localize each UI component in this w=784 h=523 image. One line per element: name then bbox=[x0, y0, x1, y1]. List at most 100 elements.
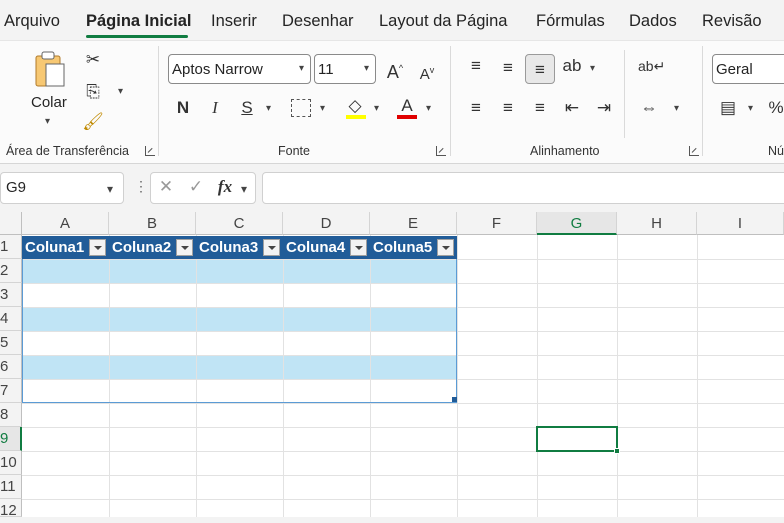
column-header-f[interactable]: F bbox=[457, 212, 537, 235]
column-header-e[interactable]: E bbox=[370, 212, 457, 235]
decrease-font-size-icon[interactable]: Av bbox=[416, 60, 438, 85]
column-header-i[interactable]: I bbox=[697, 212, 784, 235]
alignment-group-label: Alinhamento bbox=[530, 144, 600, 158]
cut-icon[interactable]: ✂ bbox=[82, 50, 104, 70]
row-header-4[interactable]: 4 bbox=[0, 307, 22, 331]
table-header-coluna5[interactable]: Coluna5 bbox=[370, 236, 457, 259]
percent-icon[interactable]: % bbox=[766, 98, 784, 118]
fill-handle[interactable] bbox=[614, 448, 620, 454]
font-name-select[interactable]: Aptos Narrow bbox=[168, 54, 311, 84]
tab-desenhar[interactable]: Desenhar bbox=[282, 12, 354, 31]
insert-function-icon[interactable]: fx bbox=[213, 177, 237, 197]
bold-button[interactable]: N bbox=[173, 98, 193, 118]
column-header-b[interactable]: B bbox=[109, 212, 196, 235]
clipboard-launcher-icon[interactable] bbox=[145, 146, 155, 156]
italic-button[interactable]: I bbox=[205, 98, 225, 118]
chevron-down-icon[interactable]: ▾ bbox=[241, 182, 247, 196]
accounting-format-icon[interactable]: ▤ bbox=[716, 98, 740, 118]
increase-font-size-icon[interactable]: A^ bbox=[384, 58, 406, 82]
table-border bbox=[22, 259, 457, 403]
orientation-icon[interactable]: ab bbox=[561, 56, 583, 76]
font-launcher-icon[interactable] bbox=[436, 146, 446, 156]
column-header-a[interactable]: A bbox=[22, 212, 109, 235]
wrap-text-icon[interactable]: ab↵ bbox=[638, 56, 665, 76]
alignment-launcher-icon[interactable] bbox=[689, 146, 699, 156]
font-color-chevron-icon[interactable]: ▾ bbox=[426, 103, 431, 114]
chevron-down-icon: ▾ bbox=[364, 63, 370, 74]
column-header-g[interactable]: G bbox=[537, 212, 617, 235]
table-resize-handle[interactable] bbox=[452, 397, 457, 402]
row-header-2[interactable]: 2 bbox=[0, 259, 22, 283]
decrease-indent-icon[interactable]: ⇤ bbox=[561, 98, 583, 118]
formula-input[interactable] bbox=[262, 172, 784, 204]
enter-icon[interactable]: ✓ bbox=[185, 177, 207, 197]
tab-revisao[interactable]: Revisão bbox=[702, 12, 762, 31]
formula-buttons: ✕ ✓ fx ▾ bbox=[150, 172, 256, 204]
row-header-7[interactable]: 7 bbox=[0, 379, 22, 403]
tab-pagina-inicial[interactable]: Página Inicial bbox=[86, 12, 191, 31]
copy-icon[interactable]: ⎘ bbox=[82, 82, 104, 102]
row-header-10[interactable]: 10 bbox=[0, 451, 22, 475]
separator bbox=[624, 50, 625, 138]
filter-dropdown-icon[interactable] bbox=[263, 239, 280, 256]
row-header-6[interactable]: 6 bbox=[0, 355, 22, 379]
row-header-11[interactable]: 11 bbox=[0, 475, 22, 499]
tab-dados[interactable]: Dados bbox=[629, 12, 677, 31]
table-header-coluna2[interactable]: Coluna2 bbox=[109, 236, 196, 259]
merge-center-icon[interactable]: ⇔ bbox=[638, 98, 660, 118]
align-top-icon[interactable]: ≡ bbox=[465, 56, 487, 76]
align-left-icon[interactable]: ≡ bbox=[465, 98, 487, 118]
filter-dropdown-icon[interactable] bbox=[437, 239, 454, 256]
filter-dropdown-icon[interactable] bbox=[350, 239, 367, 256]
row-header-3[interactable]: 3 bbox=[0, 283, 22, 307]
paste-label: Colar bbox=[31, 94, 67, 111]
column-header-c[interactable]: C bbox=[196, 212, 283, 235]
underline-button[interactable]: S bbox=[237, 98, 257, 118]
filter-dropdown-icon[interactable] bbox=[89, 239, 106, 256]
fill-chevron-icon[interactable]: ▾ bbox=[374, 103, 379, 114]
column-header-h[interactable]: H bbox=[617, 212, 697, 235]
filter-dropdown-icon[interactable] bbox=[176, 239, 193, 256]
paste-chevron-icon[interactable]: ▾ bbox=[45, 116, 50, 127]
row-header-1[interactable]: 1 bbox=[0, 235, 22, 259]
row-header-5[interactable]: 5 bbox=[0, 331, 22, 355]
align-right-icon[interactable]: ≡ bbox=[529, 98, 551, 118]
accounting-chevron-icon[interactable]: ▾ bbox=[748, 103, 753, 114]
paste-button[interactable] bbox=[30, 50, 70, 92]
row-header-9[interactable]: 9 bbox=[0, 427, 22, 451]
orientation-chevron-icon[interactable]: ▾ bbox=[590, 63, 595, 74]
tab-formulas[interactable]: Fórmulas bbox=[536, 12, 605, 31]
fill-color-icon[interactable]: ◇ bbox=[344, 96, 366, 116]
more-options-icon[interactable]: ⋮ bbox=[134, 178, 148, 195]
table-header-coluna4[interactable]: Coluna4 bbox=[283, 236, 370, 259]
underline-chevron-icon[interactable]: ▾ bbox=[266, 103, 271, 114]
select-all-corner[interactable] bbox=[0, 212, 22, 235]
tab-arquivo[interactable]: Arquivo bbox=[4, 12, 60, 31]
column-header-d[interactable]: D bbox=[283, 212, 370, 235]
format-painter-icon[interactable]: 🖌 bbox=[82, 112, 104, 132]
name-box-value: G9 bbox=[6, 179, 27, 196]
separator bbox=[450, 46, 451, 156]
selected-cell[interactable] bbox=[536, 426, 618, 452]
align-center-icon[interactable]: ≡ bbox=[497, 98, 519, 118]
cancel-icon[interactable]: ✕ bbox=[155, 177, 177, 197]
number-format-select[interactable]: Geral bbox=[712, 54, 784, 84]
copy-chevron-icon[interactable]: ▾ bbox=[118, 86, 123, 97]
gridline bbox=[22, 499, 784, 500]
increase-indent-icon[interactable]: ⇥ bbox=[593, 98, 615, 118]
tab-inserir[interactable]: Inserir bbox=[211, 12, 257, 31]
borders-chevron-icon[interactable]: ▾ bbox=[320, 103, 325, 114]
tab-layout-da-pagina[interactable]: Layout da Página bbox=[379, 12, 507, 31]
font-color-icon[interactable]: A bbox=[396, 96, 418, 116]
font-size-value: 11 bbox=[318, 61, 334, 78]
row-header-8[interactable]: 8 bbox=[0, 403, 22, 427]
align-middle-icon[interactable]: ≡ bbox=[497, 58, 519, 78]
merge-chevron-icon[interactable]: ▾ bbox=[674, 103, 679, 114]
table-header-coluna1[interactable]: Coluna1 bbox=[22, 236, 109, 259]
gridline bbox=[22, 403, 784, 404]
name-box[interactable]: G9 ▾ bbox=[0, 172, 124, 204]
row-header-12[interactable]: 12 bbox=[0, 499, 22, 519]
table-header-coluna3[interactable]: Coluna3 bbox=[196, 236, 283, 259]
borders-icon[interactable] bbox=[291, 99, 311, 117]
separator bbox=[702, 46, 703, 156]
